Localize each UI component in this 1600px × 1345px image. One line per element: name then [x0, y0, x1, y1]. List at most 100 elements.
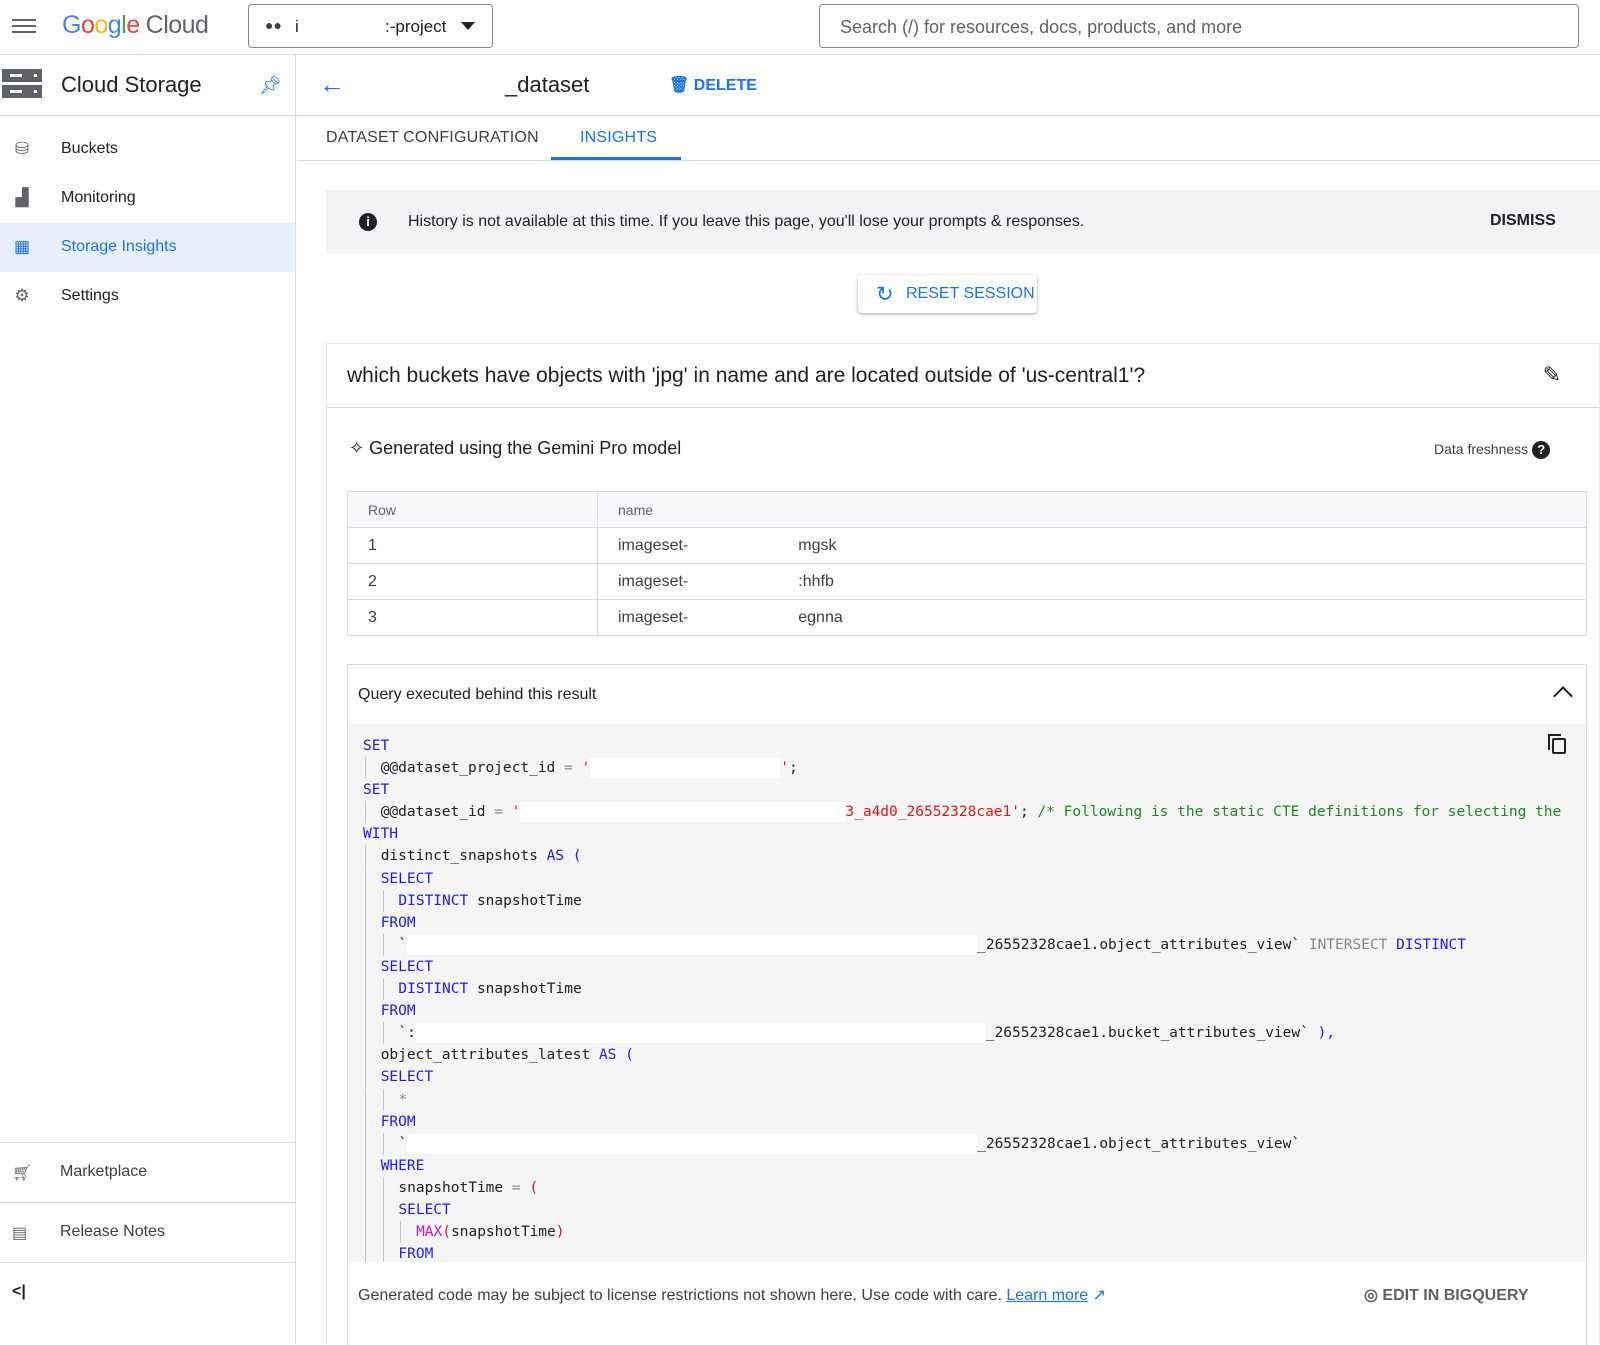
code-token: DISTINCT: [398, 892, 477, 909]
table-row: 1 imageset-mgsk: [347, 527, 1587, 564]
delete-button[interactable]: 🗑︎ DELETE: [669, 75, 757, 95]
collapse-sidebar-button[interactable]: <|: [0, 1262, 295, 1322]
data-freshness[interactable]: Data freshness?: [1434, 441, 1551, 459]
code-token: SELECT: [380, 870, 434, 887]
trash-icon: 🗑︎: [669, 77, 694, 94]
project-picker[interactable]: ●● i :-project: [248, 4, 493, 48]
indent-guide: [363, 801, 381, 824]
edit-in-bigquery-button[interactable]: ◎ EDIT IN BIGQUERY: [1364, 1285, 1529, 1305]
code-line: ` _26552328cae1.object_attributes_view` I…: [363, 933, 1586, 956]
code-token: =: [564, 760, 582, 777]
dismiss-button[interactable]: DISMISS: [1490, 212, 1556, 230]
row-number: 2: [347, 563, 598, 600]
code-token: (: [442, 1224, 451, 1241]
code-line: DISTINCT snapshotTime: [363, 978, 1586, 1001]
page-title: _dataset: [505, 72, 590, 97]
indent-guide: [381, 933, 399, 956]
chevron-up-icon[interactable]: [1553, 686, 1573, 706]
collapse-icon: <|: [12, 1283, 26, 1300]
table-row: 2 imageset-:hhfb: [347, 563, 1587, 600]
indent-guide: [381, 1198, 399, 1221]
search-input[interactable]: Search (/) for resources, docs, products…: [819, 4, 1579, 48]
code-token: SET: [363, 738, 390, 754]
indent-guide: [363, 1110, 381, 1133]
code-token: SELECT: [398, 1201, 451, 1218]
sidebar-item-buckets[interactable]: ⛁ Buckets: [0, 125, 295, 174]
sidebar-item-marketplace[interactable]: 🛒︎ Marketplace: [0, 1142, 295, 1202]
generated-by: ✧ Generated using the Gemini Pro model: [349, 438, 681, 459]
code-token: `: [398, 936, 408, 953]
code-token: FROM: [398, 1246, 434, 1262]
name-suffix: mgsk: [798, 536, 837, 554]
tab-insights[interactable]: INSIGHTS: [580, 129, 657, 147]
code-token: `: [398, 1135, 408, 1152]
menu-icon[interactable]: [12, 16, 36, 36]
code-token: _26552328cae1.object_attributes_view`: [977, 936, 1309, 953]
sidebar: Cloud Storage 📌︎ ⛁ Buckets ▟ Monitoring ▦ S…: [0, 55, 296, 1344]
sidebar-item-label: Storage Insights: [61, 238, 177, 255]
code-line: SET: [363, 779, 1586, 801]
indent-guide: [363, 1221, 381, 1244]
edit-pencil-icon[interactable]: ✎: [1543, 362, 1561, 388]
code-token: ;: [788, 760, 798, 777]
tab-dataset-configuration[interactable]: DATASET CONFIGURATION: [326, 129, 539, 147]
sidebar-item-release-notes[interactable]: ▤ Release Notes: [0, 1202, 295, 1262]
code-token: object_attributes_latest: [380, 1047, 599, 1064]
google-cloud-logo[interactable]: Google Cloud: [62, 11, 209, 40]
learn-more-link[interactable]: Learn more: [1006, 1287, 1088, 1304]
code-token: snapshotTime: [476, 892, 582, 909]
copy-icon[interactable]: [1548, 734, 1566, 754]
reset-session-button[interactable]: ↻ RESET SESSION: [858, 275, 1037, 313]
indent-guide: [363, 911, 381, 934]
data-freshness-label: Data freshness: [1434, 441, 1529, 457]
code-token: *: [398, 1091, 408, 1108]
storage-icon: [2, 69, 42, 99]
sql-code-block: SET @@dataset_project_id = ' '; SET @@datase…: [348, 724, 1586, 1262]
indent-guide: [363, 867, 381, 890]
row-number: 3: [347, 599, 598, 636]
sidebar-item-settings[interactable]: ⚙ Settings: [0, 272, 295, 321]
question-text: which buckets have objects with 'jpg' in…: [347, 364, 1146, 387]
code-token: AS (: [546, 848, 582, 865]
notes-icon: ▤: [12, 1225, 28, 1242]
code-token: WHERE: [380, 1157, 425, 1174]
project-name: :-project: [385, 17, 447, 36]
code-token: _26552328cae1.object_attributes_view`: [977, 1135, 1301, 1152]
sidebar-item-storage-insights[interactable]: ▦ Storage Insights: [0, 223, 295, 272]
name-prefix: imageset-: [618, 608, 689, 626]
code-line: FROM: [363, 1110, 1586, 1133]
indent-guide: [363, 1066, 381, 1089]
code-token: FROM: [380, 1003, 416, 1020]
column-header-name: name: [597, 491, 1587, 528]
caret-down-icon: [461, 22, 475, 30]
active-tab-indicator: [551, 157, 681, 160]
delete-label: DELETE: [693, 77, 757, 94]
help-icon[interactable]: ?: [1532, 441, 1551, 459]
code-token: FROM: [380, 914, 416, 931]
code-token: _26552328cae1.bucket_attributes_view`: [985, 1025, 1318, 1042]
code-token: ),: [1317, 1025, 1336, 1042]
code-token: AS (: [598, 1047, 634, 1064]
code-line: WITH: [363, 823, 1586, 845]
sidebar-item-monitoring[interactable]: ▟ Monitoring: [0, 174, 295, 223]
row-number: 1: [347, 527, 598, 564]
query-panel: Query executed behind this result SET @@d…: [347, 664, 1587, 1345]
code-token: SELECT: [380, 1069, 434, 1086]
code-line: SELECT: [363, 1066, 1586, 1089]
code-line: SELECT: [363, 867, 1586, 890]
code-token: 3_a4d0_26552328cae1': [845, 804, 1020, 821]
pin-icon[interactable]: 📌︎: [259, 75, 282, 96]
indent-guide: [363, 1243, 381, 1262]
indent-guide: [381, 1022, 399, 1045]
edit-in-bigquery-label: EDIT IN BIGQUERY: [1382, 1287, 1529, 1304]
code-token: DISTINCT: [398, 981, 477, 998]
project-name-prefix: i: [295, 17, 299, 36]
code-line: MAX(snapshotTime): [363, 1221, 1586, 1244]
banner-message: History is not available at this time. I…: [408, 213, 1085, 230]
code-token: distinct_snapshots: [380, 848, 547, 865]
code-line: SET: [363, 735, 1586, 757]
chart-icon: ▟: [15, 188, 29, 207]
indent-guide: [363, 1000, 381, 1023]
code-line: DISTINCT snapshotTime: [363, 889, 1586, 912]
back-arrow-icon[interactable]: ←: [319, 69, 345, 100]
